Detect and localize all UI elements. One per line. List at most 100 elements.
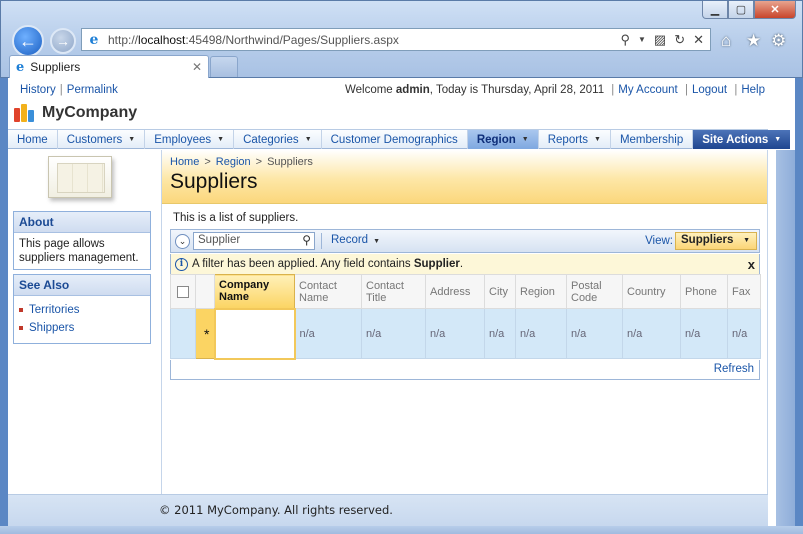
chevron-down-icon: ▼: [743, 237, 750, 244]
view-selector[interactable]: Suppliers ▼: [675, 232, 757, 250]
browser-tab[interactable]: e Suppliers ✕: [9, 55, 209, 78]
quick-find-text: Supplier: [198, 234, 241, 246]
close-window-button[interactable]: ✕: [754, 1, 796, 19]
see-also-item[interactable]: Territories: [19, 303, 145, 317]
page-title: Suppliers: [170, 170, 258, 193]
select-all-checkbox[interactable]: [177, 285, 189, 298]
window-controls: ▁ ▢ ✕: [702, 1, 796, 19]
actions-menu-button[interactable]: ⌄: [175, 234, 190, 249]
menu-customer-demographics[interactable]: Customer Demographics: [322, 130, 468, 149]
chevron-down-icon: ▼: [594, 136, 601, 143]
page-footer: © 2011 MyCompany. All rights reserved.: [8, 494, 768, 526]
company-name-cell[interactable]: [213, 307, 296, 360]
menu-membership[interactable]: Membership: [611, 130, 694, 149]
column-address[interactable]: Address: [425, 274, 485, 309]
breadcrumb-current: Suppliers: [267, 156, 313, 168]
record-menu[interactable]: Record ▼: [331, 234, 380, 246]
column-company-name[interactable]: Company Name: [214, 274, 295, 309]
help-link[interactable]: Help: [741, 84, 765, 96]
column-region[interactable]: Region: [515, 274, 567, 309]
territories-link[interactable]: Territories: [29, 303, 79, 317]
my-account-link[interactable]: My Account: [618, 84, 677, 96]
top-bar: History | Permalink Welcome admin, Today i…: [8, 78, 795, 100]
minimize-button[interactable]: ▁: [702, 1, 728, 19]
contact-name-cell[interactable]: n/a: [294, 308, 362, 359]
menu-home[interactable]: Home: [8, 130, 58, 149]
breadcrumb: Home > Region > Suppliers: [170, 156, 313, 168]
compatibility-icon[interactable]: ▨: [654, 32, 666, 48]
forward-button[interactable]: →: [50, 28, 76, 54]
address-bar[interactable]: e http://localhost:45498/Northwind/Pages…: [81, 28, 711, 51]
see-also-item[interactable]: Shippers: [19, 321, 145, 335]
select-all-header[interactable]: [170, 274, 196, 309]
maximize-button[interactable]: ▢: [728, 1, 754, 19]
search-icon[interactable]: ⚲: [620, 32, 630, 48]
chevron-down-icon: ▼: [774, 136, 782, 143]
home-icon[interactable]: ⌂: [721, 31, 731, 51]
ie-page-icon: e: [89, 31, 99, 48]
column-contact-name[interactable]: Contact Name: [294, 274, 362, 309]
phone-cell[interactable]: n/a: [680, 308, 728, 359]
new-tab-button[interactable]: [210, 56, 238, 77]
contact-title-cell[interactable]: n/a: [361, 308, 426, 359]
gear-icon[interactable]: ⚙: [771, 31, 786, 51]
fax-cell[interactable]: n/a: [727, 308, 761, 359]
chevron-down-icon: ▼: [373, 238, 381, 245]
breadcrumb-home[interactable]: Home: [170, 156, 199, 168]
main-menu: Home Customers ▼ Employees ▼ Categories ▼ C…: [8, 129, 791, 149]
city-cell[interactable]: n/a: [484, 308, 516, 359]
menu-reports[interactable]: Reports ▼: [539, 130, 611, 149]
logout-link[interactable]: Logout: [692, 84, 727, 96]
column-fax[interactable]: Fax: [727, 274, 761, 309]
country-cell[interactable]: n/a: [622, 308, 681, 359]
window-bottom-frame: [0, 526, 803, 534]
forward-arrow-icon: →: [56, 33, 70, 49]
company-name-input[interactable]: [215, 310, 294, 357]
column-postal-code[interactable]: Postal Code: [566, 274, 623, 309]
view-label: View:: [645, 235, 673, 247]
about-text: This page allows suppliers management.: [19, 238, 139, 264]
breadcrumb-region[interactable]: Region: [216, 156, 251, 168]
company-logo-icon: [14, 104, 36, 122]
dropdown-icon[interactable]: ▼: [638, 32, 646, 48]
permalink-link[interactable]: Permalink: [67, 84, 118, 96]
chevron-down-icon: ▼: [521, 136, 529, 143]
search-icon[interactable]: ⚲: [302, 233, 311, 247]
page-header: Home > Region > Suppliers Suppliers: [162, 150, 767, 204]
new-record-row[interactable]: * n/a n/a n/a n/a n/a n/a n/a n/a n/a: [170, 307, 761, 360]
region-cell[interactable]: n/a: [515, 308, 567, 359]
tab-title: Suppliers: [30, 60, 81, 74]
favorites-star-icon[interactable]: ★: [746, 31, 761, 51]
column-phone[interactable]: Phone: [680, 274, 728, 309]
refresh-icon[interactable]: ↻: [674, 32, 685, 48]
menu-categories[interactable]: Categories ▼: [234, 130, 322, 149]
menu-employees[interactable]: Employees ▼: [145, 130, 235, 149]
bullet-icon: [19, 326, 23, 330]
column-city[interactable]: City: [484, 274, 516, 309]
stop-icon[interactable]: ✕: [693, 32, 704, 48]
close-filter-icon[interactable]: x: [748, 257, 755, 272]
shippers-link[interactable]: Shippers: [29, 321, 74, 335]
column-country[interactable]: Country: [622, 274, 681, 309]
page-right-margin: [776, 150, 795, 526]
column-contact-title[interactable]: Contact Title: [361, 274, 426, 309]
back-button[interactable]: ←: [12, 25, 44, 57]
user-name: admin: [395, 84, 430, 96]
web-page: History | Permalink Welcome admin, Today i…: [8, 78, 795, 526]
menu-customers[interactable]: Customers ▼: [58, 130, 146, 149]
bullet-icon: [19, 308, 23, 312]
marker-header: [195, 274, 215, 309]
quick-find-input[interactable]: Supplier ⚲: [193, 232, 315, 250]
about-title: About: [14, 212, 150, 233]
ie-tab-icon: e: [16, 59, 25, 75]
refresh-link[interactable]: Refresh: [714, 363, 754, 375]
menu-site-actions[interactable]: Site Actions ▼: [693, 130, 791, 149]
history-link[interactable]: History: [20, 84, 56, 96]
brand: MyCompany: [14, 104, 137, 122]
address-cell[interactable]: n/a: [425, 308, 485, 359]
postal-code-cell[interactable]: n/a: [566, 308, 623, 359]
copyright-text: © 2011 MyCompany. All rights reserved.: [159, 503, 393, 517]
close-tab-icon[interactable]: ✕: [192, 60, 202, 74]
menu-region[interactable]: Region ▼: [467, 130, 539, 149]
new-row-marker: *: [195, 308, 215, 359]
